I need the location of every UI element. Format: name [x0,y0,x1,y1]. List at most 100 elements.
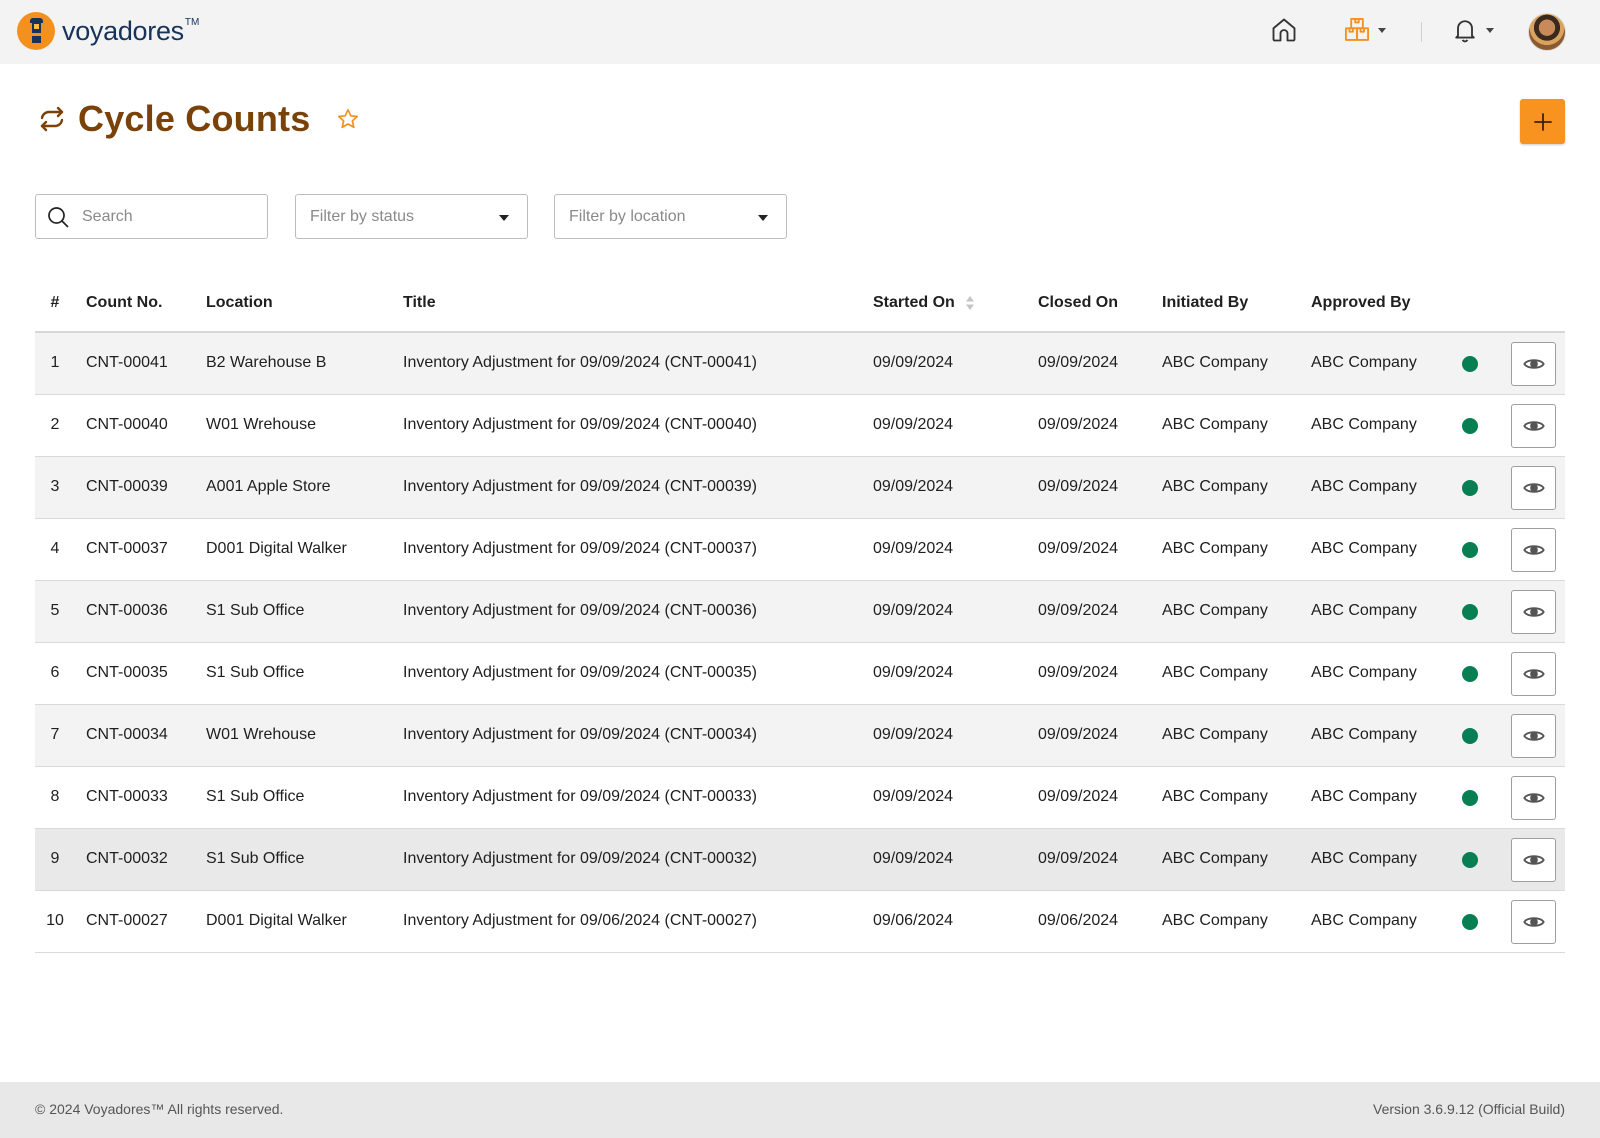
title-cell: Inventory Adjustment for 09/09/2024 (CNT… [403,354,757,371]
status-indicator [1462,604,1478,620]
column-header-count-no[interactable]: Count No. [86,294,162,312]
sort-icon[interactable] [965,295,975,311]
count-number: CNT-00041 [86,354,168,371]
view-button[interactable] [1511,528,1556,572]
bell-icon [1455,20,1475,43]
eye-icon [1522,731,1545,741]
location-cell: D001 Digital Walker [206,912,347,929]
column-header-location[interactable]: Location [206,294,273,312]
title-cell: Inventory Adjustment for 09/09/2024 (CNT… [403,602,757,619]
approved-by-cell: ABC Company [1311,416,1417,433]
add-cycle-count-button[interactable] [1520,99,1565,144]
title-cell: Inventory Adjustment for 09/06/2024 (CNT… [403,912,757,929]
search-input[interactable]: Search [35,194,268,239]
row-number: 3 [50,478,60,495]
location-cell: W01 Wrehouse [206,726,316,743]
started-on-cell: 09/09/2024 [873,540,954,557]
closed-on-cell: 09/09/2024 [1038,354,1119,371]
row-number: 6 [50,664,60,681]
location-filter-placeholder: Filter by location [569,207,686,225]
title-cell: Inventory Adjustment for 09/09/2024 (CNT… [403,850,757,867]
eye-icon [1522,669,1545,679]
search-icon [48,206,69,227]
view-button[interactable] [1511,838,1556,882]
status-indicator [1462,542,1478,558]
title-cell: Inventory Adjustment for 09/09/2024 (CNT… [403,788,757,805]
count-number: CNT-00027 [86,912,168,929]
status-indicator [1462,356,1478,372]
column-header-approved-by[interactable]: Approved By [1311,294,1411,312]
approved-by-cell: ABC Company [1311,850,1417,867]
row-number: 2 [50,416,60,433]
column-header-title[interactable]: Title [403,294,436,312]
eye-icon [1522,855,1545,865]
view-button[interactable] [1511,466,1556,510]
started-on-cell: 09/09/2024 [873,478,954,495]
closed-on-cell: 09/06/2024 [1038,912,1119,929]
title-cell: Inventory Adjustment for 09/09/2024 (CNT… [403,540,757,557]
row-number: 5 [50,602,60,619]
closed-on-cell: 09/09/2024 [1038,664,1119,681]
column-header-started-on-label: Started On [873,294,955,311]
started-on-cell: 09/09/2024 [873,354,954,371]
started-on-cell: 09/09/2024 [873,788,954,805]
initiated-by-cell: ABC Company [1162,788,1268,805]
home-icon [1272,18,1296,42]
status-indicator [1462,790,1478,806]
eye-icon [1522,483,1545,493]
view-button[interactable] [1511,590,1556,634]
initiated-by-cell: ABC Company [1162,416,1268,433]
column-header-closed-on[interactable]: Closed On [1038,294,1118,312]
initiated-by-cell: ABC Company [1162,850,1268,867]
table-row: 2 CNT-00040 W01 Wrehouse Inventory Adjustme… [35,395,1565,457]
initiated-by-cell: ABC Company [1162,540,1268,557]
lighthouse-logo-icon [17,12,55,50]
home-button[interactable] [1270,16,1298,44]
view-button[interactable] [1511,404,1556,448]
brand-trademark: TM [184,16,200,28]
view-button[interactable] [1511,776,1556,820]
brand-logo[interactable]: voyadores TM [17,12,199,50]
count-number: CNT-00040 [86,416,168,433]
count-number: CNT-00037 [86,540,168,557]
row-number: 1 [50,354,60,371]
user-avatar[interactable] [1528,13,1566,51]
cycle-counts-table: # Count No. Location Title Started On Cl… [35,274,1565,953]
copyright-text: © 2024 Voyadores™ All rights reserved. [35,1101,284,1117]
approved-by-cell: ABC Company [1311,788,1417,805]
location-cell: S1 Sub Office [206,788,305,805]
status-indicator [1462,852,1478,868]
warehouse-switcher-button[interactable] [1343,16,1386,44]
started-on-cell: 09/09/2024 [873,850,954,867]
chevron-down-icon [1486,27,1494,33]
table-row: 8 CNT-00033 S1 Sub Office Inventory Adjustm… [35,767,1565,829]
table-row: 7 CNT-00034 W01 Wrehouse Inventory Adjustme… [35,705,1565,767]
closed-on-cell: 09/09/2024 [1038,726,1119,743]
table-row: 4 CNT-00037 D001 Digital Walker Inventory A… [35,519,1565,581]
view-button[interactable] [1511,900,1556,944]
started-on-cell: 09/09/2024 [873,416,954,433]
location-filter-select[interactable]: Filter by location [554,194,787,239]
page-title: Cycle Counts [78,98,311,139]
column-header-initiated-by[interactable]: Initiated By [1162,294,1248,312]
approved-by-cell: ABC Company [1311,354,1417,371]
title-cell: Inventory Adjustment for 09/09/2024 (CNT… [403,726,757,743]
view-button[interactable] [1511,342,1556,386]
version-text: Version 3.6.9.12 (Official Build) [1373,1101,1565,1117]
status-filter-select[interactable]: Filter by status [295,194,528,239]
row-number: 4 [50,540,60,557]
notifications-button[interactable] [1451,16,1494,44]
approved-by-cell: ABC Company [1311,912,1417,929]
status-indicator [1462,914,1478,930]
count-number: CNT-00033 [86,788,168,805]
column-header-started-on[interactable]: Started On [873,294,975,312]
table-row: 3 CNT-00039 A001 Apple Store Inventory Adju… [35,457,1565,519]
view-button[interactable] [1511,714,1556,758]
favorite-star-icon[interactable] [336,107,360,131]
view-button[interactable] [1511,652,1556,696]
count-number: CNT-00039 [86,478,168,495]
initiated-by-cell: ABC Company [1162,354,1268,371]
row-number: 9 [50,850,60,867]
table-header: # Count No. Location Title Started On Cl… [35,274,1565,333]
table-row: 9 CNT-00032 S1 Sub Office Inventory Adjustm… [35,829,1565,891]
